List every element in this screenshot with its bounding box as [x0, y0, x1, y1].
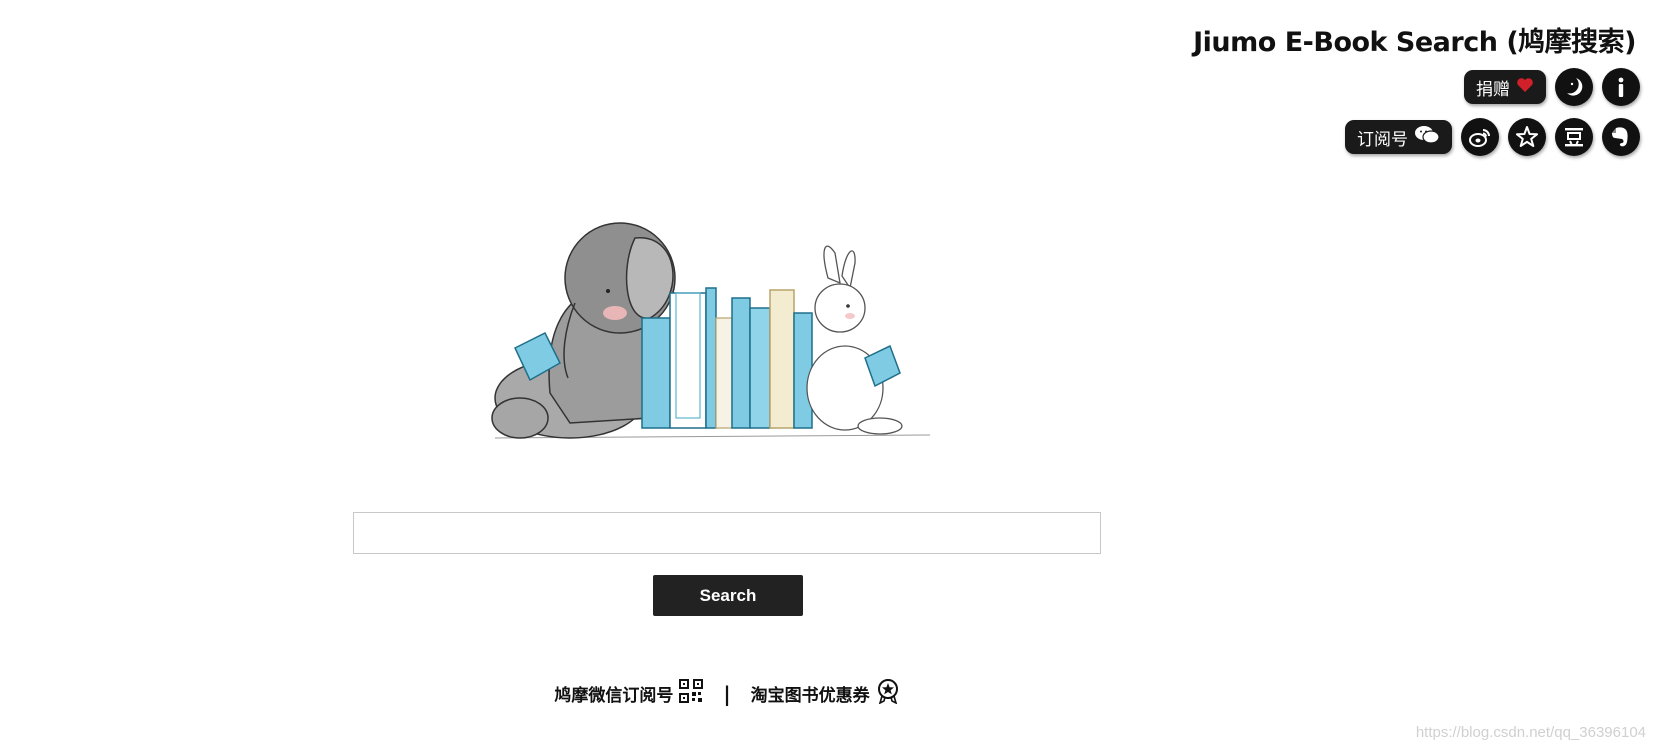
- douban-icon: [1562, 125, 1586, 149]
- wechat-icon: [1414, 125, 1440, 150]
- donate-label: 捐赠: [1476, 79, 1510, 100]
- bookshelf-books: [641, 287, 813, 429]
- rabbit-figure: [806, 245, 903, 435]
- douban-button[interactable]: [1555, 118, 1593, 156]
- evernote-button[interactable]: [1602, 118, 1640, 156]
- evernote-icon: [1610, 125, 1632, 149]
- footer-separator: |: [723, 681, 731, 706]
- dark-mode-toggle[interactable]: [1555, 68, 1593, 106]
- favorite-button[interactable]: [1508, 118, 1546, 156]
- site-title: Jiumo E-Book Search (鸠摩搜索): [1193, 27, 1636, 58]
- qr-code-icon: [679, 679, 704, 708]
- taobao-coupon-link[interactable]: 淘宝图书优惠券: [751, 678, 900, 709]
- star-icon: [1515, 125, 1539, 149]
- info-button[interactable]: [1602, 68, 1640, 106]
- hero-illustration: [490, 208, 950, 448]
- subscribe-button[interactable]: 订阅号: [1345, 120, 1452, 154]
- header-actions-row-2: 订阅号: [1345, 118, 1640, 156]
- watermark-url: https://blog.csdn.net/qq_36396104: [1415, 724, 1646, 741]
- subscribe-label: 订阅号: [1357, 129, 1408, 150]
- taobao-coupon-label: 淘宝图书优惠券: [750, 686, 870, 706]
- weibo-button[interactable]: [1461, 118, 1499, 156]
- coupon-badge-icon: [876, 678, 900, 709]
- info-icon: [1609, 75, 1633, 99]
- donate-button[interactable]: 捐赠: [1464, 70, 1546, 104]
- heart-icon: [1516, 77, 1534, 98]
- moon-icon: [1562, 75, 1586, 99]
- header-actions-row-1: 捐赠: [1464, 68, 1640, 106]
- search-input[interactable]: [353, 512, 1101, 554]
- weibo-icon: [1468, 126, 1492, 148]
- footer-links: 鸠摩微信订阅号 | 淘宝图书优惠券: [0, 678, 1454, 709]
- wechat-subscribe-label: 鸠摩微信订阅号: [554, 686, 674, 706]
- wechat-subscribe-link[interactable]: 鸠摩微信订阅号: [554, 679, 704, 708]
- search-button[interactable]: Search: [653, 575, 803, 616]
